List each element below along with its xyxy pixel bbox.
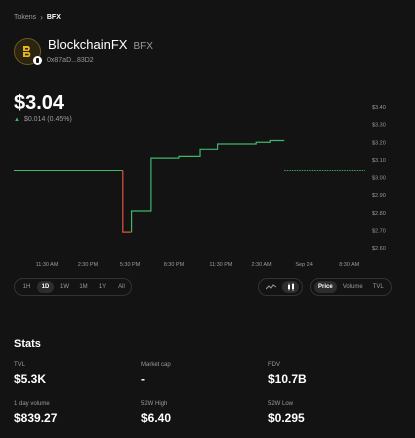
stat-label: 52W Low xyxy=(268,401,294,407)
breadcrumb: Tokens › BFX xyxy=(14,13,61,22)
candlestick-icon[interactable] xyxy=(282,281,299,293)
stat-value: $5.3K xyxy=(14,372,47,386)
stat-value: $0.295 xyxy=(268,411,305,425)
time-range-1w[interactable]: 1W xyxy=(56,281,73,293)
x-tick-label: 2:30 AM xyxy=(251,262,272,268)
x-tick-label: 11:30 AM xyxy=(36,262,59,268)
chart-view-selector: Price Volume TVL xyxy=(310,278,392,296)
ethereum-chain-icon xyxy=(33,56,42,65)
y-tick-label: $3.30 xyxy=(372,123,386,129)
time-range-1h[interactable]: 1H xyxy=(18,281,35,293)
stat-tvl: TVL $5.3K xyxy=(14,362,46,386)
view-volume[interactable]: Volume xyxy=(339,281,367,293)
time-range-1y[interactable]: 1Y xyxy=(94,281,111,293)
x-tick-label: Sep 24 xyxy=(295,262,312,268)
breadcrumb-current: BFX xyxy=(46,14,61,21)
time-range-all[interactable]: All xyxy=(113,281,130,293)
token-address[interactable]: 0x87aD...83D2 xyxy=(47,57,94,64)
stat-market-cap: Market cap - xyxy=(141,362,171,386)
chart-type-selector xyxy=(258,278,303,296)
time-range-selector: 1H 1D 1W 1M 1Y All xyxy=(14,278,132,296)
stat-52w-low: 52W Low $0.295 xyxy=(268,401,305,425)
price-drop-segment xyxy=(122,170,132,233)
stats-title: Stats xyxy=(14,338,41,350)
stat-label: 1 day volume xyxy=(14,401,50,407)
y-tick-label: $3.20 xyxy=(372,140,386,146)
y-tick-label: $3.10 xyxy=(372,158,386,164)
x-tick-label: 8:30 PM xyxy=(164,262,185,268)
stat-fdv: FDV $10.7B xyxy=(268,362,307,386)
x-tick-label: 5:30 PM xyxy=(120,262,141,268)
view-tvl[interactable]: TVL xyxy=(369,281,388,293)
token-title: BlockchainFX BFX xyxy=(48,37,153,52)
y-tick-label: $2.90 xyxy=(372,193,386,199)
line-chart-icon[interactable] xyxy=(262,281,279,293)
stat-52w-high: 52W High $6.40 xyxy=(141,401,171,425)
chevron-right-icon: › xyxy=(40,13,43,22)
price-line xyxy=(130,139,285,233)
stat-value: - xyxy=(141,372,145,386)
y-tick-label: $3.00 xyxy=(372,176,386,182)
time-range-1m[interactable]: 1M xyxy=(75,281,92,293)
x-tick-label: 11:30 PM xyxy=(209,262,233,268)
breadcrumb-tokens-link[interactable]: Tokens xyxy=(14,14,36,21)
price-chart[interactable]: $3.40 $3.30 $3.20 $3.10 $3.00 $2.90 $2.80 $2.70… xyxy=(0,95,415,275)
stat-label: Market cap xyxy=(141,362,171,368)
y-tick-label: $2.60 xyxy=(372,246,386,252)
y-tick-label: $3.40 xyxy=(372,105,386,111)
token-address-row[interactable]: 0x87aD...83D2 xyxy=(33,56,94,65)
y-tick-label: $2.70 xyxy=(372,228,386,234)
token-symbol: BFX xyxy=(133,41,153,52)
x-tick-label: 8:30 AM xyxy=(339,262,360,268)
token-name: BlockchainFX xyxy=(48,37,128,52)
time-range-1d[interactable]: 1D xyxy=(37,281,54,293)
stat-label: TVL xyxy=(14,362,26,368)
stat-1d-volume: 1 day volume $839.27 xyxy=(14,401,57,425)
view-price[interactable]: Price xyxy=(314,281,337,293)
x-tick-label: 2:30 PM xyxy=(78,262,99,268)
stat-label: 52W High xyxy=(141,401,168,407)
y-tick-label: $2.80 xyxy=(372,211,386,217)
stat-label: FDV xyxy=(268,362,280,368)
stat-value: $6.40 xyxy=(141,411,172,425)
stat-value: $10.7B xyxy=(268,372,307,386)
stat-value: $839.27 xyxy=(14,411,58,425)
